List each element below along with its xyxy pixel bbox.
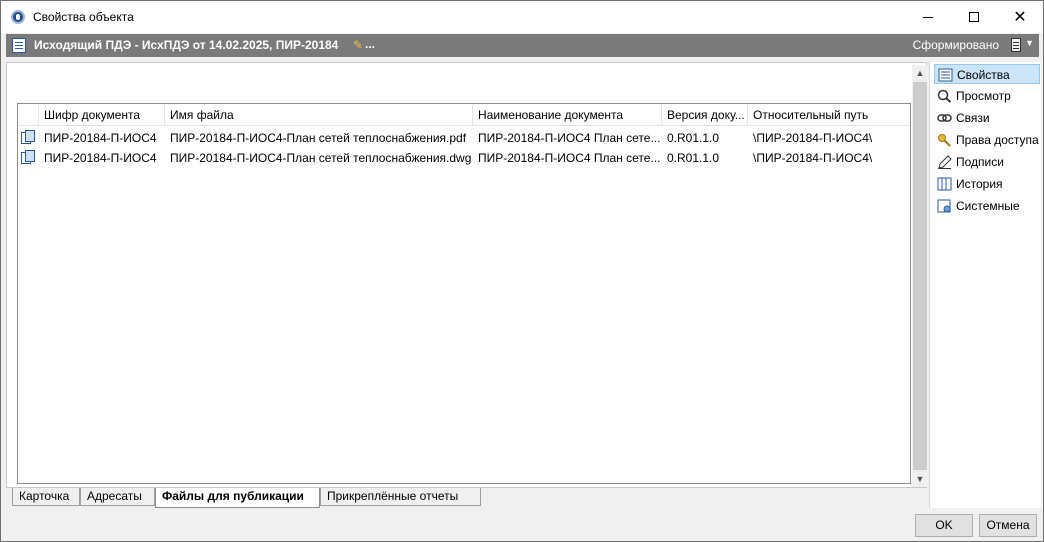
tab-publish-files[interactable]: Файлы для публикации — [155, 488, 320, 508]
vertical-scrollbar[interactable]: ▲ ▼ — [912, 65, 928, 487]
ok-button[interactable]: OK — [915, 514, 973, 537]
status-doc-icon[interactable] — [1011, 38, 1021, 52]
object-header: Исходящий ПДЭ - ИсхПДЭ от 14.02.2025, ПИ… — [6, 34, 1039, 57]
cell-filename: ПИР-20184-П-ИОС4-План сетей теплоснабжен… — [170, 151, 472, 165]
cell-code: ПИР-20184-П-ИОС4 — [44, 131, 157, 145]
nav-label: Связи — [956, 111, 990, 125]
cell-docname: ПИР-20184-П-ИОС4 План сете... — [478, 131, 661, 145]
nav-item-system[interactable]: Системные — [934, 196, 1040, 216]
nav-item-properties[interactable]: Свойства — [934, 64, 1040, 84]
minimize-button[interactable] — [905, 1, 951, 33]
scroll-up-icon[interactable]: ▲ — [912, 65, 928, 81]
app-icon — [11, 10, 25, 24]
document-icon — [12, 38, 26, 53]
maximize-icon — [969, 12, 979, 22]
chevron-down-icon[interactable]: ▼ — [1025, 38, 1034, 48]
tab-recipients[interactable]: Адресаты — [80, 488, 155, 506]
icon-column-header[interactable] — [18, 104, 39, 126]
nav-label: Подписи — [956, 155, 1004, 169]
table-row[interactable]: ПИР-20184-П-ИОС4 ПИР-20184-П-ИОС4-План с… — [18, 148, 910, 168]
maximize-button[interactable] — [951, 1, 997, 33]
cell-version: 0.R01.1.0 — [667, 131, 720, 145]
files-grid: Шифр документа Имя файла Наименование до… — [17, 103, 911, 484]
nav-label: Права доступа — [956, 133, 1039, 147]
table-row[interactable]: ПИР-20184-П-ИОС4 ПИР-20184-П-ИОС4-План с… — [18, 128, 910, 148]
cell-path: \ПИР-20184-П-ИОС4\ — [753, 151, 873, 165]
properties-window: Свойства объекта ✕ Исходящий ПДЭ - ИсхПД… — [0, 0, 1044, 542]
minimize-icon — [923, 17, 933, 18]
scroll-thumb[interactable] — [913, 82, 927, 470]
cell-code: ПИР-20184-П-ИОС4 — [44, 151, 157, 165]
cell-version: 0.R01.1.0 — [667, 151, 720, 165]
cell-docname: ПИР-20184-П-ИОС4 План сете... — [478, 151, 661, 165]
edit-more[interactable]: ... — [365, 37, 375, 51]
nav-label: Свойства — [957, 68, 1010, 82]
column-header[interactable]: Относительный путь — [748, 104, 910, 126]
pen-icon — [938, 155, 952, 169]
file-icon — [21, 150, 36, 165]
nav-item-links[interactable]: Связи — [934, 108, 1040, 128]
grid-header: Шифр документа Имя файла Наименование до… — [18, 104, 910, 126]
column-header[interactable]: Наименование документа — [473, 104, 662, 126]
window-title: Свойства объекта — [33, 10, 134, 24]
nav-item-history[interactable]: История — [934, 174, 1040, 194]
object-title: Исходящий ПДЭ - ИсхПДЭ от 14.02.2025, ПИ… — [34, 38, 339, 52]
column-header[interactable]: Шифр документа — [39, 104, 165, 126]
files-panel: Шифр документа Имя файла Наименование до… — [6, 62, 928, 488]
cell-path: \ПИР-20184-П-ИОС4\ — [753, 131, 873, 145]
properties-icon — [938, 68, 953, 82]
file-icon — [21, 130, 36, 145]
key-icon — [938, 134, 951, 147]
cancel-button[interactable]: Отмена — [979, 514, 1037, 537]
tab-attached-reports[interactable]: Прикреплённые отчеты — [320, 488, 481, 506]
cell-filename: ПИР-20184-П-ИОС4-План сетей теплоснабжен… — [170, 131, 467, 145]
magnifier-icon — [937, 89, 952, 103]
nav-label: Просмотр — [956, 89, 1011, 103]
history-icon — [937, 177, 952, 191]
tab-card[interactable]: Карточка — [12, 488, 80, 506]
nav-item-preview[interactable]: Просмотр — [934, 86, 1040, 106]
column-header[interactable]: Версия доку... — [662, 104, 748, 126]
status-label: Сформировано — [912, 38, 999, 52]
system-icon — [937, 199, 951, 213]
title-bar[interactable]: Свойства объекта ✕ — [1, 1, 1043, 33]
scroll-down-icon[interactable]: ▼ — [912, 471, 928, 487]
nav-label: История — [956, 177, 1003, 191]
nav-label: Системные — [956, 199, 1020, 213]
close-icon: ✕ — [1013, 9, 1027, 26]
close-button[interactable]: ✕ — [997, 1, 1043, 33]
link-icon — [937, 114, 952, 122]
nav-item-signatures[interactable]: Подписи — [934, 152, 1040, 172]
side-navigation: Свойства Просмотр Связи Права доступа По… — [929, 62, 1041, 508]
column-header[interactable]: Имя файла — [165, 104, 473, 126]
nav-item-access-rights[interactable]: Права доступа — [934, 130, 1040, 150]
